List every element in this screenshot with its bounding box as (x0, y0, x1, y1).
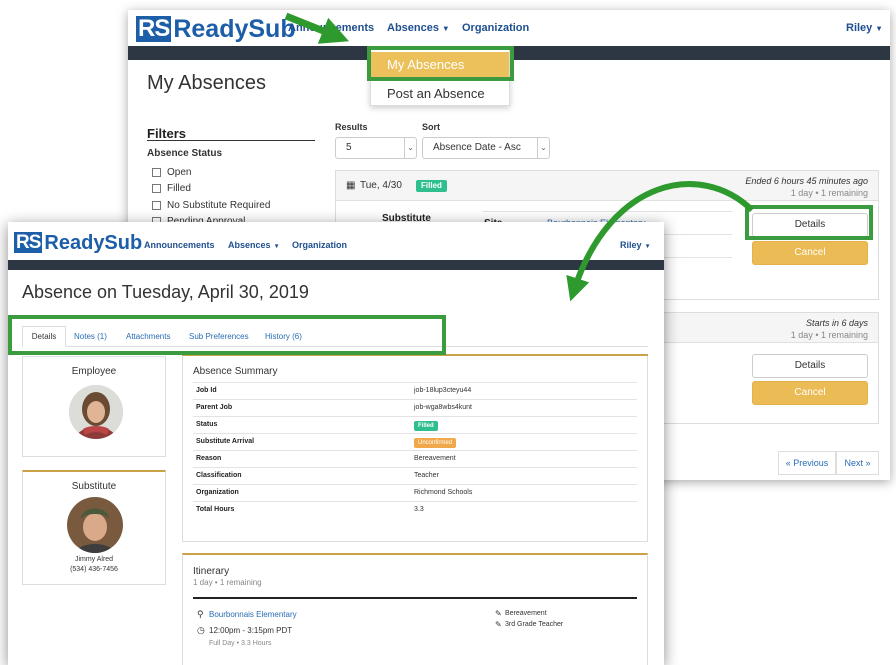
arrow-to-my-absences (284, 12, 349, 44)
annotation-arrows (284, 12, 755, 302)
arrow-to-details-page (566, 181, 755, 302)
